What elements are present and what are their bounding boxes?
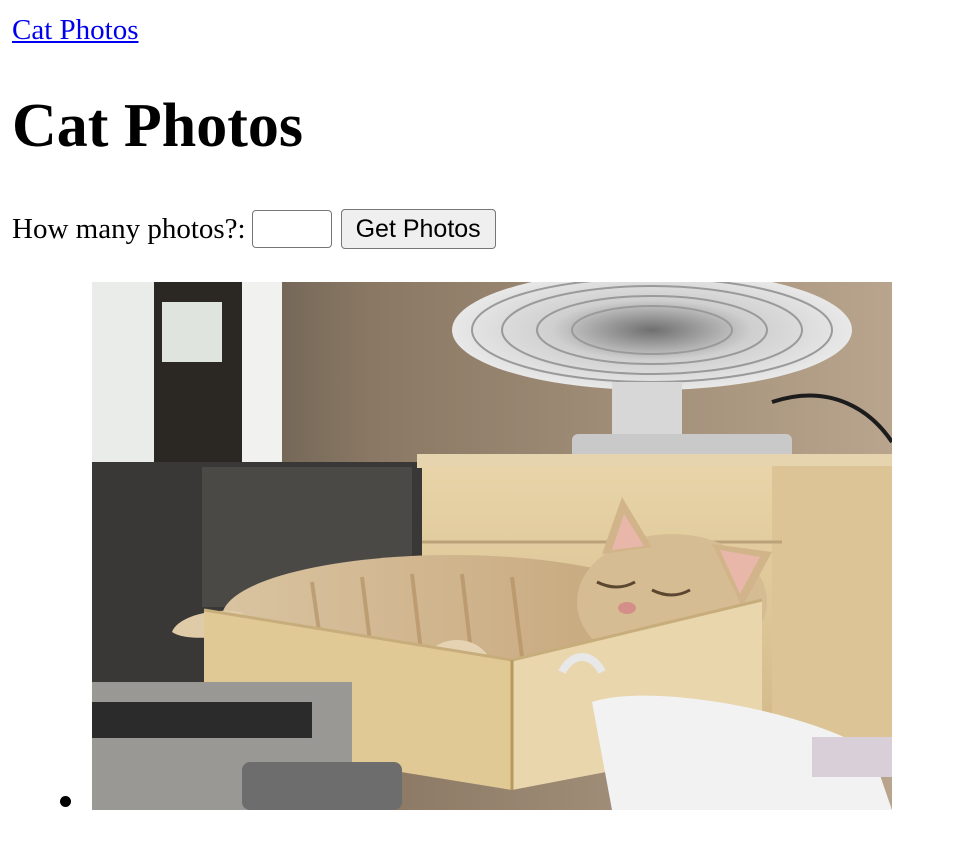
photo-count-input[interactable] (251, 210, 332, 248)
photo-list (0, 282, 960, 810)
photo-list-item (0, 282, 960, 810)
cat-photos-link[interactable]: Cat Photos (12, 12, 139, 48)
page-title: Cat Photos (12, 92, 304, 160)
cat-photo (92, 282, 892, 810)
photo-count-label: How many photos?: (12, 213, 246, 245)
get-photos-button[interactable]: Get Photos (340, 209, 496, 249)
list-bullet (60, 796, 71, 807)
photo-count-form: How many photos?: Get Photos (12, 208, 496, 250)
